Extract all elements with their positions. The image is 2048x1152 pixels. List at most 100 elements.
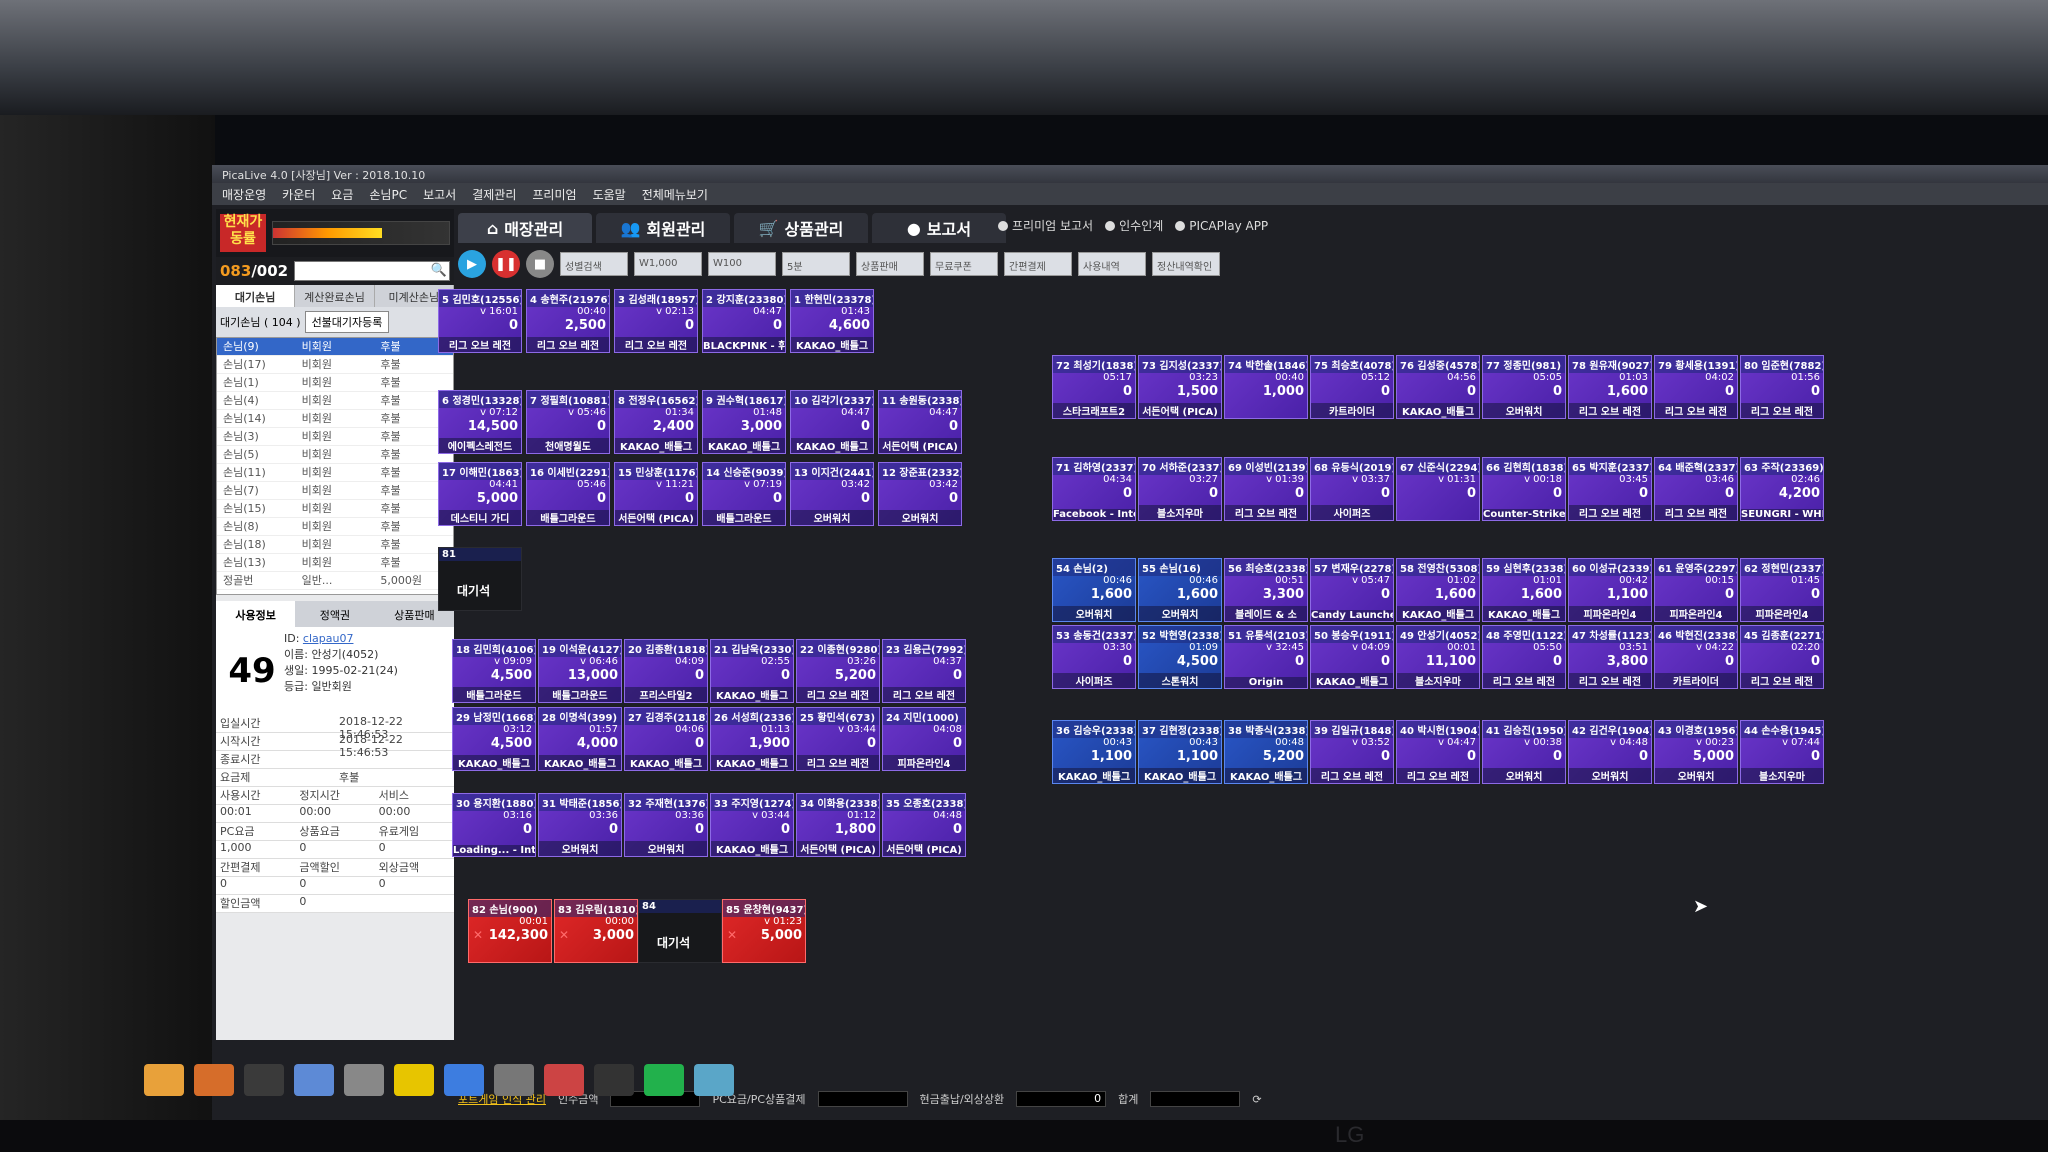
- seat-tile[interactable]: 1 한현민(23378) 01:43 4,600 KAKAO_배틀그: [790, 289, 874, 353]
- seat-tile[interactable]: 44 손수용(1945) v 07:44 0 블소지우마: [1740, 720, 1824, 784]
- taskbar-app-remote-icon[interactable]: [694, 1064, 734, 1096]
- seat-tile[interactable]: 11 송원동(2338) 04:47 0 서든어택 (PICA): [878, 390, 962, 454]
- seat-tile[interactable]: 6 정경민(13328) v 07:12 14,500 에이펙스레전드: [438, 390, 522, 454]
- taskbar-app-chrome-icon[interactable]: [144, 1064, 184, 1096]
- seat-tile[interactable]: 59 심현후(2338) 01:01 1,600 KAKAO_배틀그: [1482, 558, 1566, 622]
- seat-tile[interactable]: 41 김승진(1950) v 00:38 0 오버워치: [1482, 720, 1566, 784]
- seat-tile[interactable]: 14 신승준(9039) v 07:19 0 배틀그라운드: [702, 462, 786, 526]
- seat-tile[interactable]: 32 주재현(1376) 03:36 0 오버워치: [624, 793, 708, 857]
- seat-tile[interactable]: 28 이명석(399) 01:57 4,000 KAKAO_배틀그: [538, 707, 622, 771]
- seat-tile[interactable]: 50 봉승우(1911) v 04:09 0 KAKAO_배틀그: [1310, 625, 1394, 689]
- seat-tile[interactable]: 60 이성규(2339) 00:42 1,100 피파온라인4: [1568, 558, 1652, 622]
- seat-tile[interactable]: 24 지민(1000) 04:08 0 피파온라인4: [882, 707, 966, 771]
- seat-tile[interactable]: 80 임준현(7882) 01:56 0 리그 오브 레전: [1740, 355, 1824, 419]
- seat-tile[interactable]: 27 김경주(2118) 04:06 0 KAKAO_배틀그: [624, 707, 708, 771]
- seat-tile[interactable]: 13 이지건(2441) 03:42 0 오버워치: [790, 462, 874, 526]
- seat-tile[interactable]: 22 이종현(9280) 03:26 5,200 리그 오브 레전: [796, 639, 880, 703]
- seat-tile[interactable]: 62 정현민(2337) 01:45 0 피파온라인4: [1740, 558, 1824, 622]
- seat-tile[interactable]: 56 최승호(2338) 00:51 3,300 블레이드 & 소: [1224, 558, 1308, 622]
- seat-tile[interactable]: 23 김용근(7992) 04:37 0 리그 오브 레전: [882, 639, 966, 703]
- seat-tile[interactable]: 79 황세용(1391) 04:02 0 리그 오브 레전: [1654, 355, 1738, 419]
- seat-tile[interactable]: 36 김승우(2338) 00:43 1,100 KAKAO_배틀그: [1052, 720, 1136, 784]
- seat-tile[interactable]: 70 서하준(2337) 03:27 0 블소지우마: [1138, 457, 1222, 521]
- taskbar-app-green-icon[interactable]: [644, 1064, 684, 1096]
- taskbar-app-tools-icon[interactable]: [494, 1064, 534, 1096]
- seat-tile[interactable]: 77 정종민(981) 05:05 0 오버워치: [1482, 355, 1566, 419]
- seat-tile[interactable]: 4 송현주(21976) 00:40 2,500 리그 오브 레전: [526, 289, 610, 353]
- seat-tile[interactable]: 7 정필희(10881) v 05:46 0 천애명월도: [526, 390, 610, 454]
- seat-tile[interactable]: 51 유통석(2103) v 32:45 0 Origin: [1224, 625, 1308, 689]
- seat-tile[interactable]: 48 주영민(1122) 05:50 0 리그 오브 레전: [1482, 625, 1566, 689]
- taskbar-app-doc-icon[interactable]: [294, 1064, 334, 1096]
- seat-tile[interactable]: 19 이석윤(4127) v 06:46 13,000 배틀그라운드: [538, 639, 622, 703]
- seat-tile[interactable]: 42 김건우(1904) v 04:48 0 오버워치: [1568, 720, 1652, 784]
- empty-seat[interactable]: 81 대기석: [438, 547, 522, 611]
- taskbar-app-pica2-icon[interactable]: [594, 1064, 634, 1096]
- seat-tile[interactable]: 78 원유재(9027) 01:03 1,600 리그 오브 레전: [1568, 355, 1652, 419]
- seat-tile[interactable]: 66 김현희(1838) v 00:18 0 Counter-Strike: [1482, 457, 1566, 521]
- seat-tile[interactable]: 38 박종식(2338) 00:48 5,200 KAKAO_배틀그: [1224, 720, 1308, 784]
- seat-tile[interactable]: 37 김현정(2338) 00:43 1,100 KAKAO_배틀그: [1138, 720, 1222, 784]
- seat-tile[interactable]: 33 주지영(1274) v 03:44 0 KAKAO_배틀그: [710, 793, 794, 857]
- seat-tile[interactable]: 40 박시헌(1904) v 04:47 0 리그 오브 레전: [1396, 720, 1480, 784]
- seat-tile[interactable]: 43 이경호(1956) v 00:23 5,000 오버워치: [1654, 720, 1738, 784]
- seat-tile[interactable]: 21 김남욱(2330) 02:55 0 KAKAO_배틀그: [710, 639, 794, 703]
- seat-tile[interactable]: 34 이화용(2338) 01:12 1,800 서든어택 (PICA): [796, 793, 880, 857]
- seat-tile[interactable]: 3 김성래(18957) v 02:13 0 리그 오브 레전: [614, 289, 698, 353]
- seat-tile[interactable]: 83 김우림(1810) 00:00 3,000 ✕: [554, 899, 638, 963]
- seat-tile[interactable]: 9 권수혁(18617) 01:48 3,000 KAKAO_배틀그: [702, 390, 786, 454]
- seat-tile[interactable]: 76 김성중(4578) 04:56 0 KAKAO_배틀그: [1396, 355, 1480, 419]
- seat-tile[interactable]: 17 이해민(1863) 04:41 5,000 데스티니 가디: [438, 462, 522, 526]
- seat-tile[interactable]: 69 이성빈(2139) v 01:39 0 리그 오브 레전: [1224, 457, 1308, 521]
- seat-tile[interactable]: 2 강지훈(23380) 04:47 0 BLACKPINK - 휘: [702, 289, 786, 353]
- seat-tile[interactable]: 20 김종환(1818) 04:09 0 프리스타일2: [624, 639, 708, 703]
- close-icon[interactable]: ✕: [559, 928, 569, 942]
- empty-seat[interactable]: 84 대기석: [638, 899, 722, 963]
- seat-tile[interactable]: 15 민상훈(1176) v 11:21 0 서든어택 (PICA): [614, 462, 698, 526]
- seat-tile[interactable]: 68 유등식(2019) v 03:37 0 사이퍼즈: [1310, 457, 1394, 521]
- seat-tile[interactable]: 72 최성기(1838) 05:17 0 스타크래프트2: [1052, 355, 1136, 419]
- seat-tile[interactable]: 31 박태준(1856) 03:36 0 오버워치: [538, 793, 622, 857]
- seat-tile[interactable]: 52 박현영(2338) 01:09 4,500 스톤워치: [1138, 625, 1222, 689]
- taskbar-app-picalive-icon[interactable]: [244, 1064, 284, 1096]
- taskbar-app-paint-icon[interactable]: [544, 1064, 584, 1096]
- seat-tile[interactable]: 82 손님(900) 00:01 142,300 ✕: [468, 899, 552, 963]
- seat-tile[interactable]: 18 김민희(4106) v 09:09 4,500 배틀그라운드: [452, 639, 536, 703]
- seat-tile[interactable]: 26 서성희(2336) 01:13 1,900 KAKAO_배틀그: [710, 707, 794, 771]
- taskbar-app-drive-icon[interactable]: [344, 1064, 384, 1096]
- seat-tile[interactable]: 53 송동건(2337) 03:30 0 사이퍼즈: [1052, 625, 1136, 689]
- seat-tile[interactable]: 25 황민석(673) v 03:44 0 리그 오브 레전: [796, 707, 880, 771]
- seat-tile[interactable]: 74 박한솔(1846) 00:40 1,000: [1224, 355, 1308, 419]
- seat-tile[interactable]: 67 신준식(2294) v 01:31 0: [1396, 457, 1480, 521]
- seat-tile[interactable]: 75 최승호(4078) 05:12 0 카트라이더: [1310, 355, 1394, 419]
- seat-tile[interactable]: 49 안성기(4052) 00:01 11,100 블소지우마: [1396, 625, 1480, 689]
- seat-tile[interactable]: 73 김지성(2337) 03:23 1,500 서든어택 (PICA): [1138, 355, 1222, 419]
- seat-tile[interactable]: 85 윤창현(9437) v 01:23 5,000 ✕: [722, 899, 806, 963]
- seat-tile[interactable]: 61 윤영주(2297) 00:15 0 피파온라인4: [1654, 558, 1738, 622]
- seat-tile[interactable]: 63 주작(23369) 02:46 4,200 SEUNGRI - WHE: [1740, 457, 1824, 521]
- seat-tile[interactable]: 10 김각기(2337) 04:47 0 KAKAO_배틀그: [790, 390, 874, 454]
- close-icon[interactable]: ✕: [727, 928, 737, 942]
- seat-tile[interactable]: 47 차성률(1123) 03:51 3,800 리그 오브 레전: [1568, 625, 1652, 689]
- taskbar-app-store-icon[interactable]: [444, 1064, 484, 1096]
- seat-tile[interactable]: 57 변재우(2278) v 05:47 0 Candy Launcher: [1310, 558, 1394, 622]
- seat-tile[interactable]: 46 박현진(2338) v 04:22 0 카트라이더: [1654, 625, 1738, 689]
- taskbar-app-talk-icon[interactable]: [394, 1064, 434, 1096]
- seat-tile[interactable]: 39 김일규(1848) v 03:52 0 리그 오브 레전: [1310, 720, 1394, 784]
- seat-tile[interactable]: 29 남정민(1668) 03:12 4,500 KAKAO_배틀그: [452, 707, 536, 771]
- seat-tile[interactable]: 30 용지환(1880)03:160 Loading... - Inter: [452, 793, 536, 857]
- seat-tile[interactable]: 58 전영찬(5308) 01:02 1,600 KAKAO_배틀그: [1396, 558, 1480, 622]
- seat-tile[interactable]: 64 배준혁(2337) 03:46 0 리그 오브 레전: [1654, 457, 1738, 521]
- refresh-icon[interactable]: ⟳: [1252, 1093, 1261, 1106]
- seat-tile[interactable]: 12 장준표(2332) 03:42 0 오버워치: [878, 462, 962, 526]
- close-icon[interactable]: ✕: [473, 928, 483, 942]
- seat-tile[interactable]: 35 오종호(2338) 04:48 0 서든어택 (PICA): [882, 793, 966, 857]
- seat-tile[interactable]: 65 박지훈(2337) 03:45 0 리그 오브 레전: [1568, 457, 1652, 521]
- taskbar-app-media-icon[interactable]: [194, 1064, 234, 1096]
- seat-tile[interactable]: 8 전정우(16562) 01:34 2,400 KAKAO_배틀그: [614, 390, 698, 454]
- seat-tile[interactable]: 54 손님(2) 00:46 1,600 오버워치: [1052, 558, 1136, 622]
- seat-tile[interactable]: 16 이세빈(2291) 05:46 0 배틀그라운드: [526, 462, 610, 526]
- seat-tile[interactable]: 55 손님(16) 00:46 1,600 오버워치: [1138, 558, 1222, 622]
- seat-tile[interactable]: 5 김민호(12556) v 16:01 0 리그 오브 레전: [438, 289, 522, 353]
- seat-tile[interactable]: 45 김종훈(2271) 02:20 0 리그 오브 레전: [1740, 625, 1824, 689]
